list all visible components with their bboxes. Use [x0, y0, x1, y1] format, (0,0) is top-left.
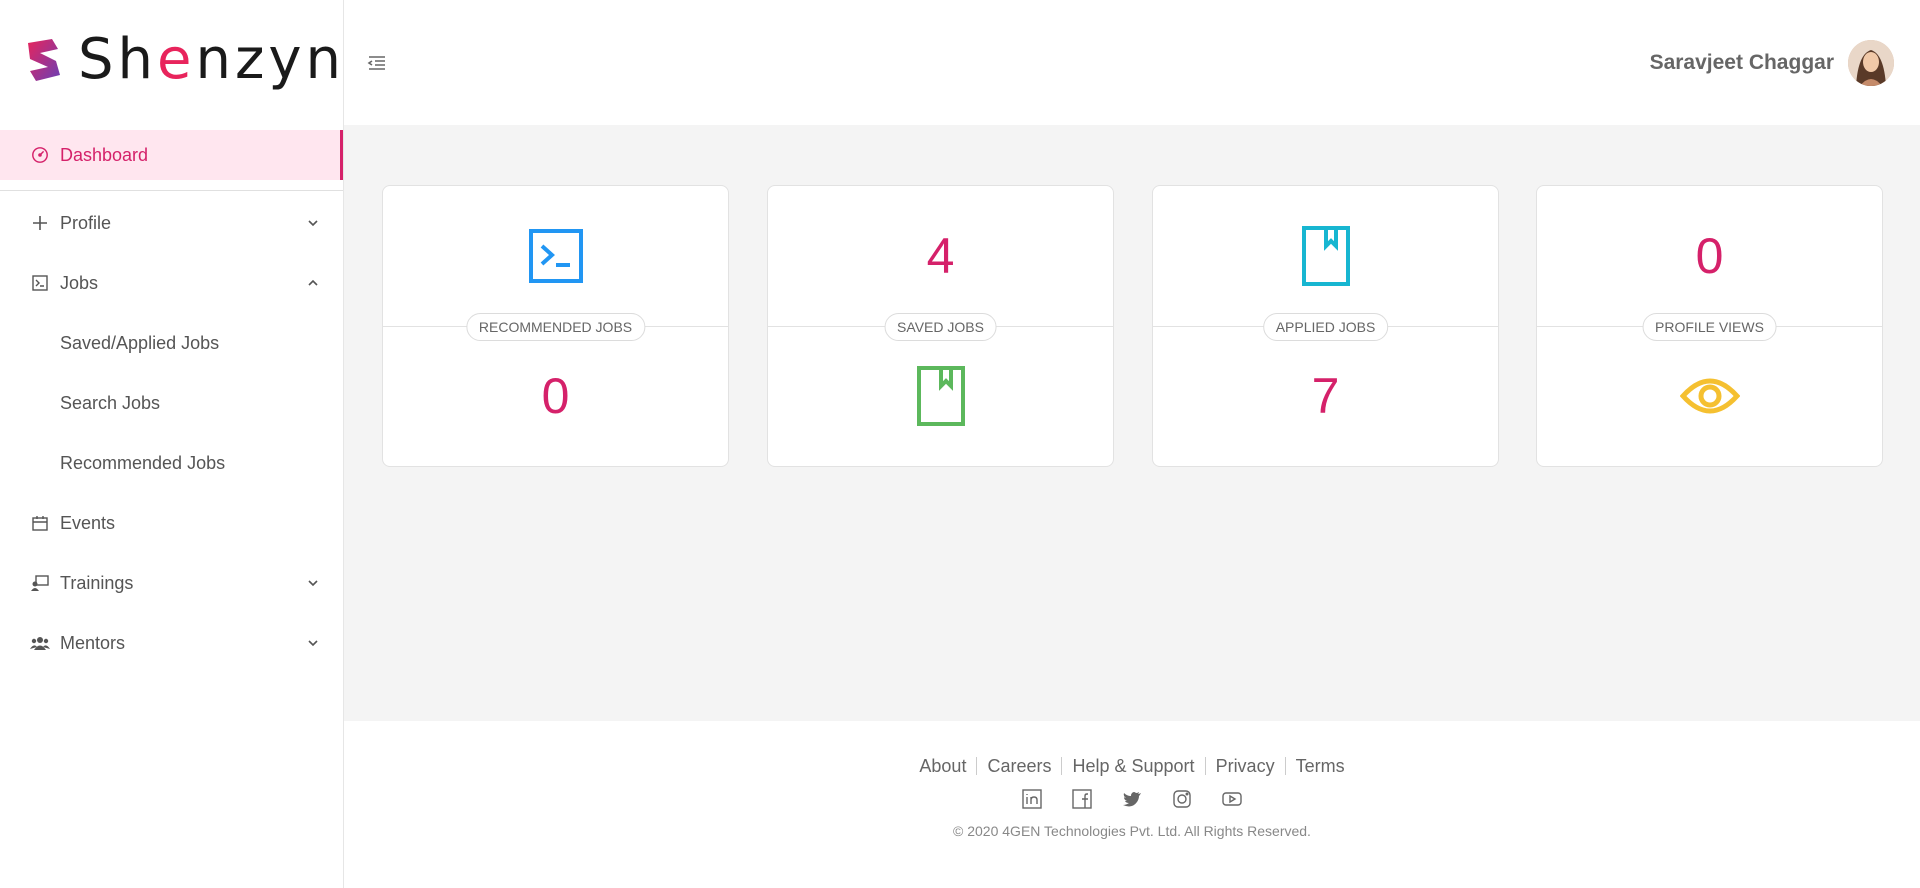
- footer-link-about[interactable]: About: [909, 757, 976, 775]
- calendar-icon: [30, 513, 50, 533]
- sidebar-item-label: Saved/Applied Jobs: [60, 332, 220, 353]
- footer: About Careers Help & Support Privacy Ter…: [344, 721, 1920, 888]
- footer-link-careers[interactable]: Careers: [976, 757, 1061, 775]
- copyright: © 2020 4GEN Technologies Pvt. Ltd. All R…: [953, 823, 1311, 839]
- terminal-icon: [30, 273, 50, 293]
- sidebar-nav: Dashboard Profile Jobs Saved/Applied Job…: [0, 130, 343, 673]
- bookmark-icon: [1301, 226, 1350, 286]
- card-top: 0: [1537, 186, 1882, 326]
- logo[interactable]: Shenzyn: [22, 30, 345, 90]
- stat-card-profile-views[interactable]: 0 PROFILE VIEWS: [1536, 185, 1883, 467]
- dashboard-icon: [30, 145, 50, 165]
- divider: [0, 190, 343, 191]
- user-name: Saravjeet Chaggar: [1649, 51, 1834, 74]
- stat-value: 7: [1311, 368, 1340, 424]
- logo-mark-icon: [28, 39, 60, 81]
- avatar[interactable]: [1848, 40, 1894, 86]
- sidebar: Shenzyn Dashboard Profile Jobs Saved/App…: [0, 0, 344, 888]
- stat-value: 4: [926, 228, 955, 284]
- footer-link-privacy[interactable]: Privacy: [1204, 757, 1285, 775]
- menu-collapse-icon[interactable]: [366, 52, 388, 74]
- stat-card-recommended-jobs[interactable]: RECOMMENDED JOBS 0: [382, 185, 729, 467]
- youtube-icon[interactable]: [1222, 789, 1242, 809]
- stat-value: 0: [541, 368, 570, 424]
- sidebar-subitem-recommended-jobs[interactable]: Recommended Jobs: [0, 433, 343, 493]
- user-menu[interactable]: Saravjeet Chaggar: [1650, 40, 1894, 86]
- sidebar-item-label: Events: [60, 512, 116, 533]
- stat-card-saved-jobs[interactable]: 4 SAVED JOBS: [767, 185, 1114, 467]
- sidebar-subitem-saved-applied-jobs[interactable]: Saved/Applied Jobs: [0, 313, 343, 373]
- footer-links: About Careers Help & Support Privacy Ter…: [344, 757, 1920, 775]
- stat-value: 0: [1695, 228, 1724, 284]
- top-header: Saravjeet Chaggar: [344, 0, 1920, 125]
- sidebar-item-profile[interactable]: Profile: [0, 193, 343, 253]
- sidebar-item-jobs[interactable]: Jobs: [0, 253, 343, 313]
- sidebar-item-events[interactable]: Events: [0, 493, 343, 553]
- bookmark-icon: [916, 366, 965, 426]
- card-top: 4: [768, 186, 1113, 326]
- card-top: [1153, 186, 1498, 326]
- sidebar-item-trainings[interactable]: Trainings: [0, 553, 343, 613]
- users-icon: [30, 633, 50, 653]
- chevron-down-icon[interactable]: [307, 577, 319, 589]
- sidebar-item-label: Recommended Jobs: [60, 452, 226, 473]
- sidebar-item-label: Dashboard: [60, 144, 149, 165]
- sidebar-subitem-search-jobs[interactable]: Search Jobs: [0, 373, 343, 433]
- sidebar-item-label: Jobs: [60, 272, 99, 293]
- chevron-up-icon[interactable]: [307, 277, 319, 289]
- sidebar-item-label: Trainings: [60, 572, 134, 593]
- card-bottom: [768, 326, 1113, 466]
- sidebar-item-label: Search Jobs: [60, 392, 161, 413]
- sidebar-item-dashboard[interactable]: Dashboard: [0, 130, 343, 180]
- instagram-icon[interactable]: [1172, 789, 1192, 809]
- training-icon: [30, 573, 50, 593]
- eye-icon: [1679, 378, 1740, 414]
- chevron-down-icon[interactable]: [307, 217, 319, 229]
- twitter-icon[interactable]: [1122, 789, 1142, 809]
- card-top: [383, 186, 728, 326]
- card-bottom: [1537, 326, 1882, 466]
- plus-icon: [30, 213, 50, 233]
- logo-text: Shenzyn: [78, 27, 346, 92]
- card-bottom: 0: [383, 326, 728, 466]
- linkedin-icon[interactable]: [1022, 789, 1042, 809]
- stat-card-applied-jobs[interactable]: APPLIED JOBS 7: [1152, 185, 1499, 467]
- sidebar-item-label: Profile: [60, 212, 112, 233]
- sidebar-item-mentors[interactable]: Mentors: [0, 613, 343, 673]
- social-links: [344, 789, 1920, 809]
- chevron-down-icon[interactable]: [307, 637, 319, 649]
- footer-link-terms[interactable]: Terms: [1284, 757, 1355, 775]
- footer-link-help-support[interactable]: Help & Support: [1061, 757, 1204, 775]
- dashboard-main: RECOMMENDED JOBS 0 4 SAVED JOBS APPLIED …: [344, 125, 1920, 721]
- terminal-icon: [528, 229, 583, 283]
- facebook-icon[interactable]: [1072, 789, 1092, 809]
- card-bottom: 7: [1153, 326, 1498, 466]
- sidebar-item-label: Mentors: [60, 632, 126, 653]
